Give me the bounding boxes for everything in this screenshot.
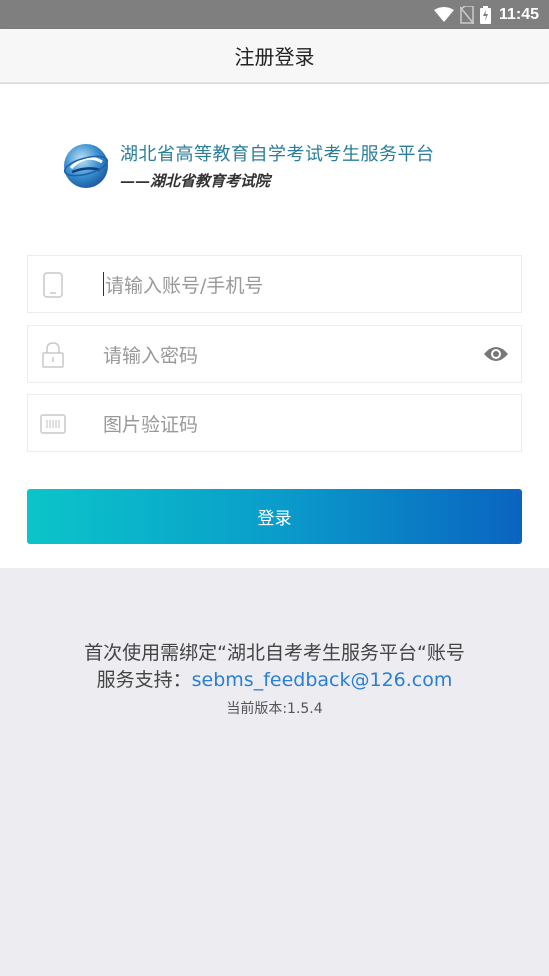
eye-icon[interactable] bbox=[483, 344, 509, 364]
password-input[interactable]: 请输入密码 bbox=[103, 326, 483, 382]
password-field[interactable]: 请输入密码 bbox=[27, 325, 522, 383]
lock-icon bbox=[40, 341, 66, 369]
captcha-placeholder: 图片验证码 bbox=[103, 413, 199, 436]
globe-logo-icon bbox=[62, 142, 110, 190]
account-input[interactable]: 请输入账号/手机号 bbox=[103, 256, 483, 312]
captcha-field[interactable]: 图片验证码 bbox=[27, 394, 522, 452]
brand-logo: 湖北省高等教育自学考试考生服务平台 ——湖北省教育考试院 bbox=[62, 140, 435, 191]
battery-charging-icon bbox=[479, 5, 491, 24]
login-button[interactable]: 登录 bbox=[27, 489, 522, 544]
brand-subtitle: ——湖北省教育考试院 bbox=[120, 172, 271, 190]
password-placeholder: 请输入密码 bbox=[103, 344, 199, 367]
footer-info: 首次使用需绑定“湖北自考考生服务平台“账号 服务支持：sebms_feedbac… bbox=[0, 640, 549, 718]
brand-title: 湖北省高等教育自学考试考生服务平台 bbox=[120, 144, 435, 165]
text-caret bbox=[103, 272, 104, 296]
no-sim-icon bbox=[459, 5, 474, 24]
support-label: 服务支持： bbox=[96, 669, 192, 691]
app-header: 注册登录 bbox=[0, 29, 549, 83]
app-version: 当前版本:1.5.4 bbox=[226, 701, 323, 717]
page-title: 注册登录 bbox=[234, 45, 315, 69]
captcha-input[interactable]: 图片验证码 bbox=[103, 395, 483, 451]
wifi-icon bbox=[433, 6, 454, 23]
status-time: 11:45 bbox=[498, 5, 539, 23]
account-field[interactable]: 请输入账号/手机号 bbox=[27, 255, 522, 313]
support-line: 服务支持：sebms_feedback@126.com bbox=[0, 667, 549, 694]
barcode-icon bbox=[40, 410, 66, 438]
status-bar: 11:45 bbox=[0, 0, 549, 29]
binding-notice: 首次使用需绑定“湖北自考考生服务平台“账号 bbox=[84, 642, 465, 664]
account-placeholder: 请输入账号/手机号 bbox=[105, 274, 264, 297]
phone-icon bbox=[40, 271, 66, 299]
support-email-link[interactable]: sebms_feedback@126.com bbox=[192, 669, 453, 691]
